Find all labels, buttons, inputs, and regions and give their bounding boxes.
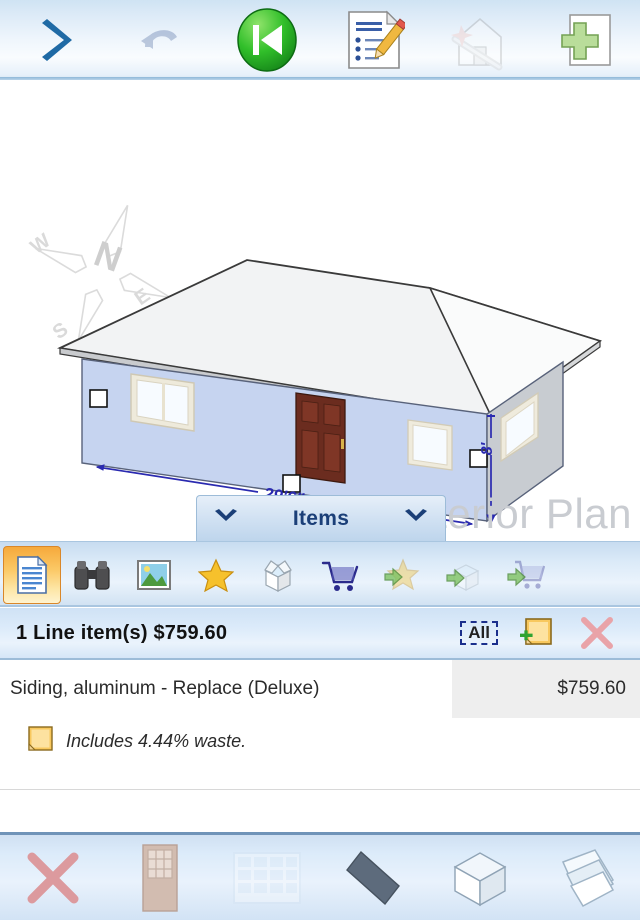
magic-wand-house-icon[interactable] <box>427 0 534 80</box>
items-summary-bar: 1 Line item(s) $759.60 All <box>0 608 640 660</box>
block-icon[interactable] <box>427 834 534 922</box>
forward-chevron-icon[interactable] <box>0 0 107 80</box>
line-item-price-cell[interactable]: $759.60 <box>452 660 640 718</box>
rewind-to-start-icon[interactable] <box>213 0 320 80</box>
document-list-icon <box>17 555 48 594</box>
app-root: N W E S 8' Exterior Plan Items 1 Line it… <box>0 0 640 920</box>
tab-add-to-favorites[interactable] <box>371 544 433 606</box>
line-items-list[interactable]: Siding, aluminum - Replace (Deluxe) $759… <box>0 660 640 828</box>
tab-add-to-packages[interactable] <box>433 544 495 606</box>
line-items-summary-text: 1 Line item(s) $759.60 <box>16 621 228 644</box>
line-item-price: $759.60 <box>557 678 626 699</box>
line-item-note-text: Includes 4.44% waste. <box>66 730 247 751</box>
items-tab-strip <box>0 541 640 607</box>
box-add-icon <box>446 563 480 591</box>
door-icon[interactable] <box>107 834 214 922</box>
tab-search[interactable] <box>61 544 123 606</box>
items-panel-title: Items <box>292 506 350 530</box>
select-all-button[interactable]: All <box>460 621 498 645</box>
house-3d-model[interactable]: N W E S 8' <box>0 83 640 540</box>
line-item-description: Siding, aluminum - Replace (Deluxe) <box>10 678 320 699</box>
compass-south-label: S <box>49 318 73 344</box>
tab-cart[interactable] <box>309 544 371 606</box>
tab-favorites[interactable] <box>185 544 247 606</box>
tab-add-to-cart[interactable] <box>495 544 557 606</box>
window-grid-icon[interactable] <box>213 834 320 922</box>
delete-x-icon[interactable] <box>580 616 614 650</box>
photo-icon <box>137 559 171 590</box>
items-panel-tab[interactable]: Items <box>196 495 446 541</box>
plan-3d-view[interactable]: N W E S 8' Exterior Plan <box>0 83 640 540</box>
tab-packages[interactable] <box>247 544 309 606</box>
add-note-icon[interactable] <box>520 616 554 650</box>
edit-list-icon[interactable] <box>320 0 427 80</box>
open-box-icon <box>264 559 292 592</box>
add-page-icon[interactable] <box>533 0 640 80</box>
tab-photos[interactable] <box>123 544 185 606</box>
stairs-icon[interactable] <box>533 834 640 922</box>
shopping-cart-icon <box>321 561 359 591</box>
line-item-note-row[interactable]: Includes 4.44% waste. <box>0 718 640 764</box>
window-left[interactable] <box>130 373 195 432</box>
bottom-toolbar <box>0 832 640 920</box>
tab-line-items[interactable] <box>3 545 61 604</box>
selection-handle[interactable] <box>89 389 108 408</box>
star-icon <box>198 558 234 592</box>
star-add-icon <box>384 557 420 590</box>
chevron-down-icon[interactable] <box>213 508 239 529</box>
cart-add-icon <box>507 560 545 589</box>
delete-x-icon[interactable] <box>0 834 107 922</box>
binoculars-icon <box>74 560 110 590</box>
top-toolbar <box>0 0 640 80</box>
door-handle-icon <box>341 439 344 449</box>
window-right[interactable] <box>407 419 453 471</box>
chevron-down-icon[interactable] <box>403 508 429 529</box>
note-icon <box>28 725 54 757</box>
line-item-row[interactable]: Siding, aluminum - Replace (Deluxe) $759… <box>0 660 640 718</box>
wall-height-dimension-label: 8' <box>479 441 496 455</box>
front-door[interactable] <box>295 392 346 484</box>
undo-icon[interactable] <box>107 0 214 80</box>
compass-north-label: N <box>89 233 127 280</box>
missing-wall-icon[interactable] <box>320 834 427 922</box>
